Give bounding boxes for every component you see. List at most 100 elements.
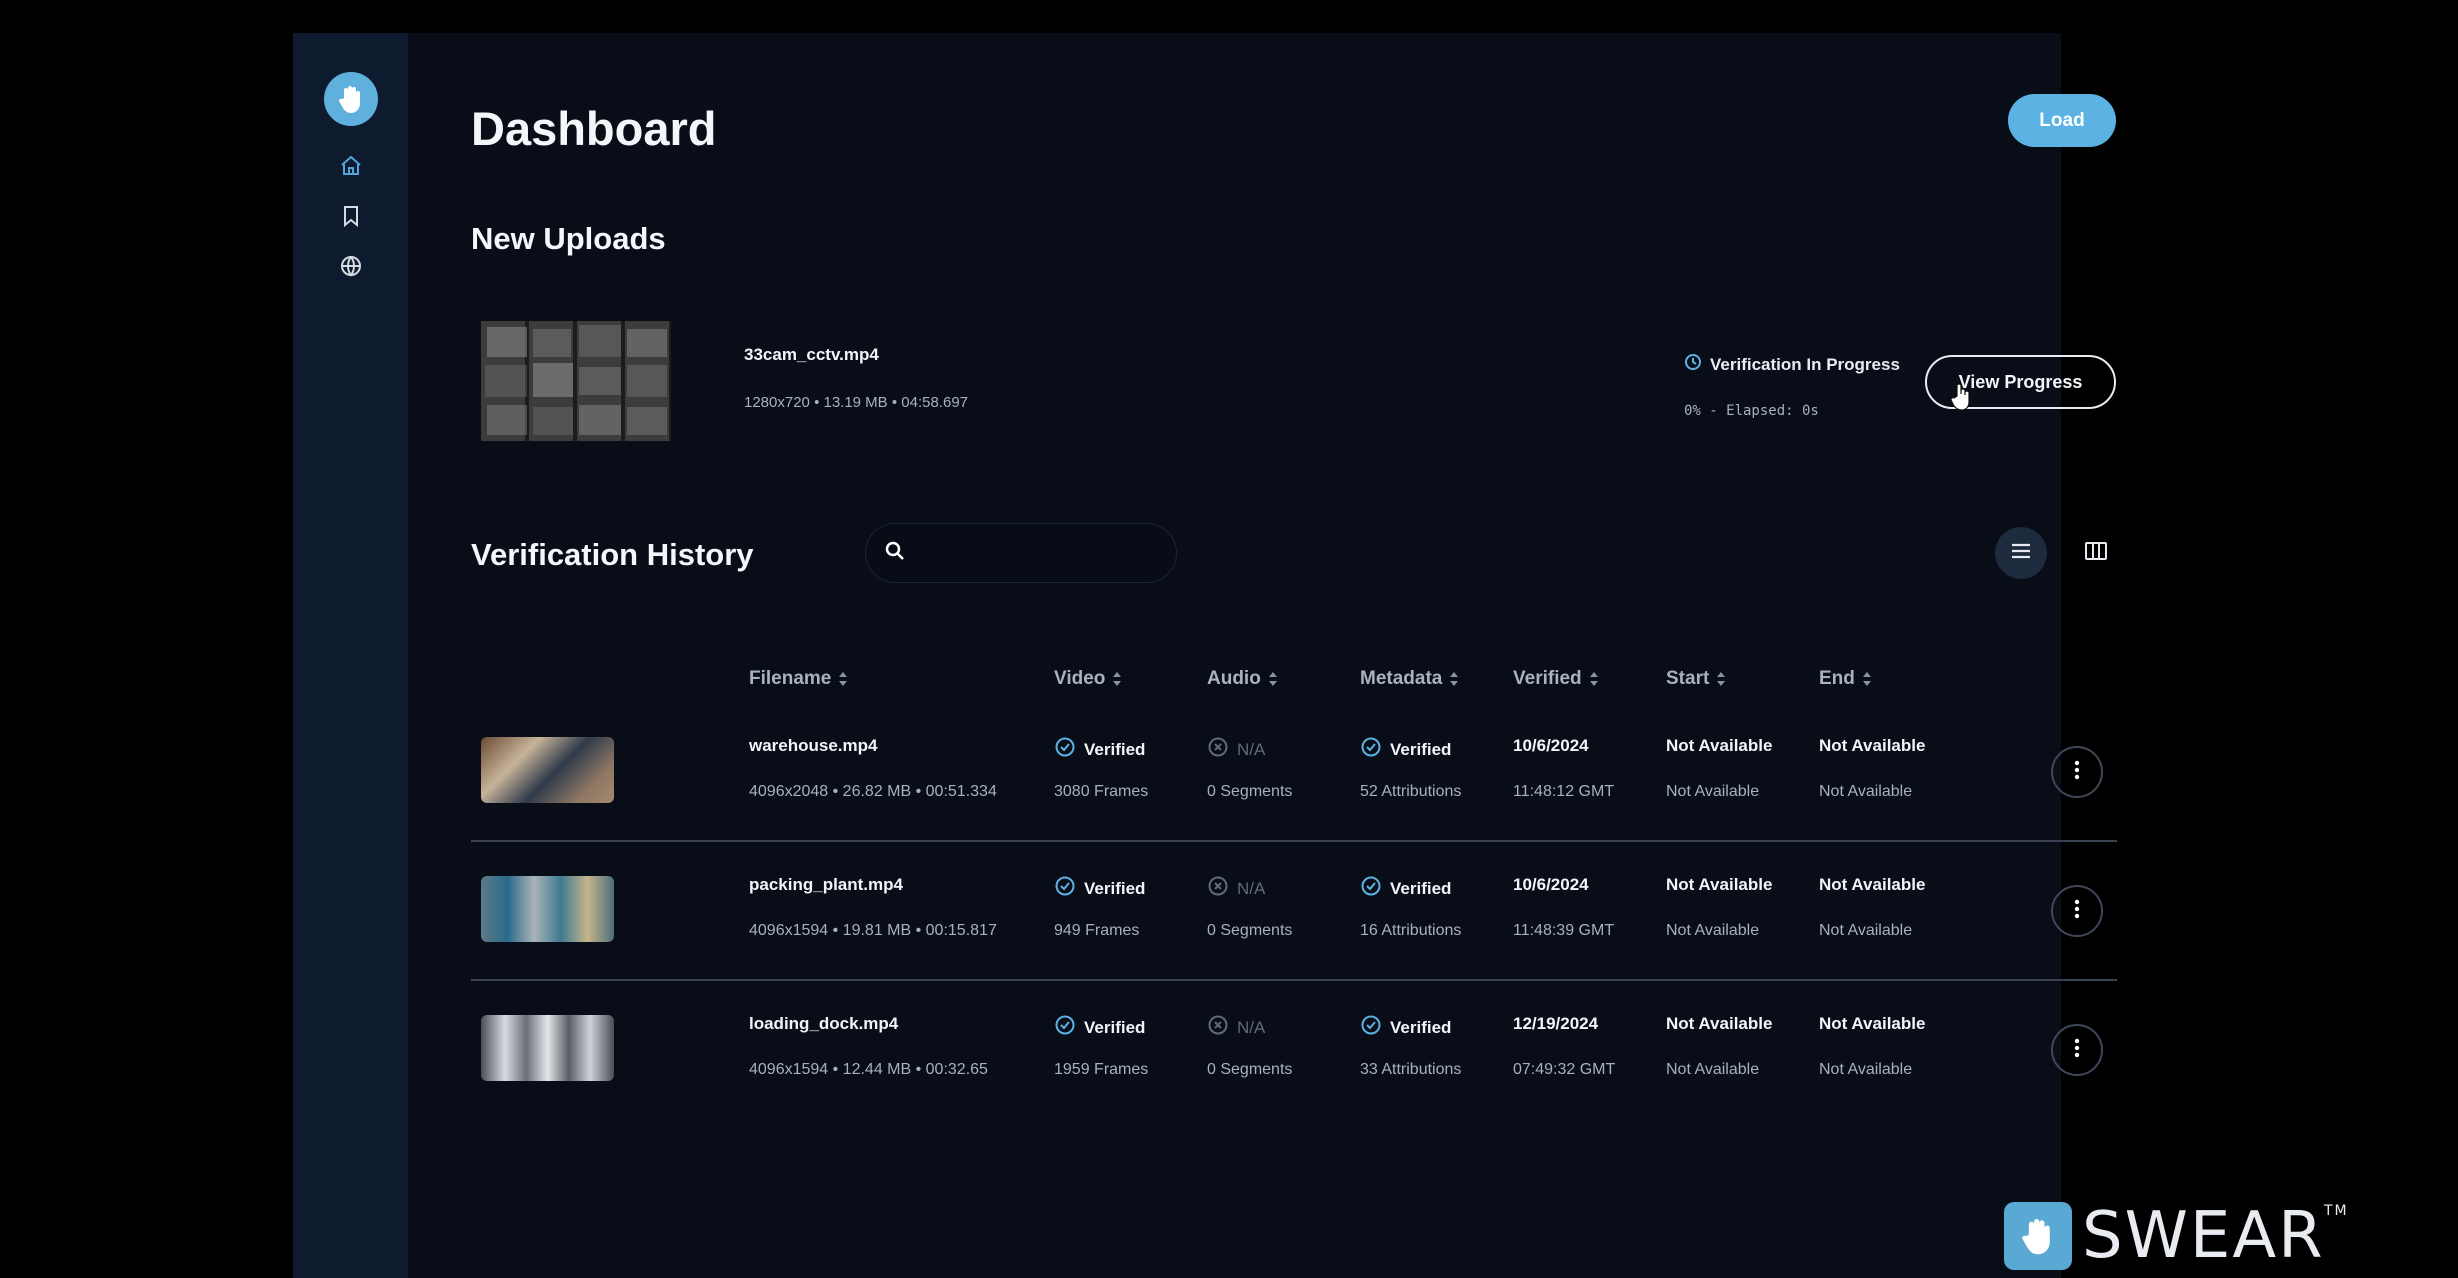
- column-label: Metadata: [1360, 668, 1443, 689]
- row-filename: loading_dock.mp4: [749, 1014, 899, 1033]
- column-view-button[interactable]: [2070, 527, 2122, 579]
- column-header-start[interactable]: Start: [1666, 668, 1726, 690]
- list-icon: [2010, 542, 2032, 565]
- more-vertical-icon: [2074, 1038, 2080, 1063]
- table-row[interactable]: loading_dock.mp4 4096x1594 • 12.44 MB • …: [471, 982, 2117, 1121]
- verified-date: 10/6/2024: [1513, 875, 1589, 894]
- row-filename: packing_plant.mp4: [749, 875, 903, 894]
- column-header-video[interactable]: Video: [1054, 668, 1122, 690]
- x-circle-icon: [1207, 1014, 1229, 1041]
- status-label: Verification In Progress: [1710, 354, 1900, 374]
- row-divider: [471, 840, 2117, 842]
- trademark: TM: [2323, 1203, 2349, 1219]
- row-meta: 4096x1594 • 19.81 MB • 00:15.817: [749, 922, 997, 939]
- main-content: Dashboard Load New Uploads 33cam_cctv.mp…: [408, 33, 2117, 1278]
- check-circle-icon: [1054, 736, 1076, 763]
- column-header-audio[interactable]: Audio: [1207, 668, 1277, 690]
- metadata-status: Verified: [1360, 736, 1451, 763]
- hand-logo-icon[interactable]: [323, 72, 378, 126]
- columns-icon: [2084, 540, 2108, 567]
- load-button[interactable]: Load: [2008, 94, 2116, 147]
- verification-status: Verification In Progress: [1684, 353, 1900, 376]
- column-header-filename[interactable]: Filename: [749, 668, 848, 690]
- start-sub: Not Available: [1666, 1061, 1760, 1078]
- hand-cursor-icon: [1950, 382, 1974, 417]
- brand-name: SWEAR TM: [2082, 1199, 2347, 1273]
- end-value: Not Available: [1819, 1014, 1926, 1033]
- column-label: Verified: [1513, 668, 1582, 689]
- list-view-button[interactable]: [1995, 527, 2047, 579]
- audio-status-label: N/A: [1237, 1017, 1266, 1037]
- sort-icon: [1862, 672, 1871, 686]
- metadata-attributions: 16 Attributions: [1360, 922, 1462, 939]
- more-vertical-icon: [2074, 899, 2080, 924]
- column-label: Start: [1666, 668, 1710, 689]
- metadata-status-label: Verified: [1390, 1017, 1452, 1037]
- verified-date: 10/6/2024: [1513, 736, 1589, 755]
- audio-segments: 0 Segments: [1207, 922, 1293, 939]
- sort-icon: [1450, 672, 1459, 686]
- audio-status: N/A: [1207, 736, 1265, 763]
- sort-icon: [1717, 672, 1726, 686]
- metadata-status: Verified: [1360, 1014, 1451, 1041]
- sort-icon: [839, 672, 848, 686]
- video-frames: 949 Frames: [1054, 922, 1140, 939]
- check-circle-icon: [1360, 736, 1382, 763]
- metadata-attributions: 52 Attributions: [1360, 783, 1462, 800]
- start-value: Not Available: [1666, 875, 1773, 894]
- clock-icon: [1684, 353, 1702, 376]
- audio-status: N/A: [1207, 875, 1265, 902]
- sort-icon: [1589, 672, 1598, 686]
- video-status-label: Verified: [1084, 739, 1146, 759]
- x-circle-icon: [1207, 875, 1229, 902]
- hand-logo-icon: [2004, 1202, 2072, 1270]
- sidebar: [293, 33, 408, 1278]
- home-icon[interactable]: [331, 146, 371, 186]
- video-status-label: Verified: [1084, 878, 1146, 898]
- search-box[interactable]: [865, 523, 1177, 583]
- start-value: Not Available: [1666, 1014, 1773, 1033]
- page-title: Dashboard: [471, 102, 717, 155]
- audio-segments: 0 Segments: [1207, 783, 1293, 800]
- video-frames: 1959 Frames: [1054, 1061, 1149, 1078]
- end-sub: Not Available: [1819, 1061, 1913, 1078]
- metadata-status-label: Verified: [1390, 878, 1452, 898]
- end-value: Not Available: [1819, 736, 1926, 755]
- metadata-attributions: 33 Attributions: [1360, 1061, 1462, 1078]
- audio-segments: 0 Segments: [1207, 1061, 1293, 1078]
- search-input[interactable]: [918, 542, 1158, 564]
- row-thumbnail: [481, 737, 614, 803]
- start-sub: Not Available: [1666, 922, 1760, 939]
- x-circle-icon: [1207, 736, 1229, 763]
- bookmark-icon[interactable]: [331, 196, 371, 236]
- row-divider: [471, 979, 2117, 981]
- column-label: Video: [1054, 668, 1106, 689]
- column-header-end[interactable]: End: [1819, 668, 1871, 690]
- column-label: Audio: [1207, 668, 1261, 689]
- row-meta: 4096x1594 • 12.44 MB • 00:32.65: [749, 1061, 988, 1078]
- verified-time: 07:49:32 GMT: [1513, 1061, 1616, 1078]
- upload-thumbnail: [481, 321, 671, 441]
- check-circle-icon: [1054, 1014, 1076, 1041]
- row-meta: 4096x2048 • 26.82 MB • 00:51.334: [749, 783, 997, 800]
- video-status: Verified: [1054, 875, 1145, 902]
- metadata-status-label: Verified: [1390, 739, 1452, 759]
- more-options-button[interactable]: [2051, 1024, 2103, 1076]
- video-status: Verified: [1054, 736, 1145, 763]
- upload-filename: 33cam_cctv.mp4: [744, 345, 879, 364]
- start-value: Not Available: [1666, 736, 1773, 755]
- video-status: Verified: [1054, 1014, 1145, 1041]
- verified-date: 12/19/2024: [1513, 1014, 1599, 1033]
- globe-icon[interactable]: [331, 246, 371, 286]
- row-thumbnail: [481, 876, 614, 942]
- more-options-button[interactable]: [2051, 885, 2103, 937]
- column-header-verified[interactable]: Verified: [1513, 668, 1598, 690]
- verified-time: 11:48:12 GMT: [1513, 783, 1615, 800]
- table-row[interactable]: packing_plant.mp4 4096x1594 • 19.81 MB •…: [471, 843, 2117, 982]
- more-options-button[interactable]: [2051, 746, 2103, 798]
- check-circle-icon: [1360, 1014, 1382, 1041]
- progress-text: 0% - Elapsed: 0s: [1684, 403, 1819, 419]
- column-header-metadata[interactable]: Metadata: [1360, 668, 1459, 690]
- search-icon: [884, 540, 906, 567]
- table-row[interactable]: warehouse.mp4 4096x2048 • 26.82 MB • 00:…: [471, 704, 2117, 843]
